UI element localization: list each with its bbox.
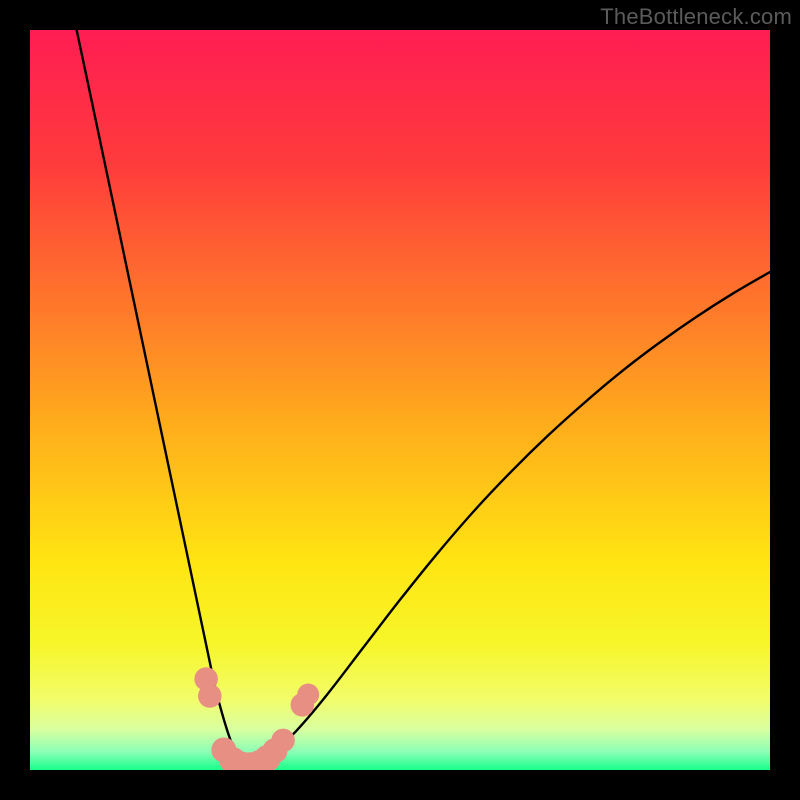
chart-frame	[30, 30, 770, 770]
scatter-point	[198, 684, 222, 708]
bottleneck-chart	[30, 30, 770, 770]
scatter-point	[297, 684, 319, 706]
scatter-point	[271, 729, 295, 753]
attribution-label: TheBottleneck.com	[600, 4, 792, 30]
gradient-background	[30, 30, 770, 770]
